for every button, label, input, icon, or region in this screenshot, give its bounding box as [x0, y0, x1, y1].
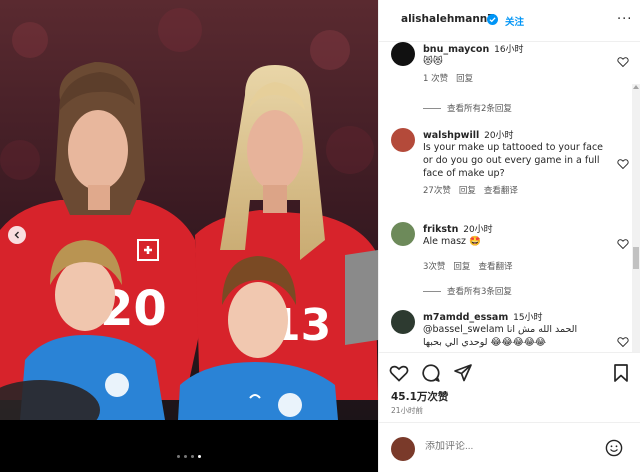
translate-button[interactable]: 查看翻译 — [484, 184, 518, 196]
comment-username[interactable]: bnu_maycon — [423, 44, 489, 55]
follow-button[interactable]: 关注 — [505, 14, 524, 28]
chevron-left-icon — [14, 231, 19, 239]
more-options-icon[interactable]: ··· — [617, 12, 632, 27]
comment-time: 20小时 — [463, 225, 493, 235]
carousel-dot — [191, 455, 194, 458]
comment-body: bnu_maycon 16小时 😻😻 1 次赞 回复 — [423, 42, 609, 84]
comment-username[interactable]: frikstn — [423, 224, 458, 235]
view-replies-label: 查看所有2条回复 — [447, 104, 512, 114]
comment-meta: 1 次赞 回复 — [423, 72, 609, 84]
comment-text: 😻😻 — [423, 56, 443, 67]
post-photo[interactable]: 20 13 — [0, 0, 378, 472]
comment-likes[interactable]: 3次赞 — [423, 260, 445, 272]
post-actions: 45.1万次赞 21小时前 — [379, 352, 640, 422]
divider — [423, 290, 441, 292]
like-heart-icon[interactable] — [389, 363, 409, 383]
comment-likes[interactable]: 1 次赞 — [423, 72, 448, 84]
post-header: alishalehmann7 关注 ··· — [379, 0, 640, 42]
comment-time: 20小时 — [484, 131, 514, 141]
translate-button[interactable]: 查看翻译 — [478, 260, 512, 272]
comment-username[interactable]: m7amdd_essam — [423, 312, 508, 323]
view-replies-button[interactable]: 查看所有2条回复 — [423, 102, 512, 114]
save-bookmark-icon[interactable] — [611, 363, 631, 383]
scroll-up-arrow-icon[interactable] — [633, 85, 639, 89]
like-comment-heart-icon[interactable] — [617, 238, 629, 250]
like-comment-heart-icon[interactable] — [617, 158, 629, 170]
comments-list[interactable]: bnu_maycon 16小时 😻😻 1 次赞 回复 查看所有2条回复 wals… — [379, 42, 640, 352]
post-image: 20 13 — [0, 0, 378, 420]
verified-badge-icon — [487, 14, 498, 25]
comment-time: 16小时 — [494, 45, 524, 55]
comment-body: walshpwill 20小时 Is your make up tattooed… — [423, 128, 609, 196]
comment-text-line1: @bassel_swelam الحمد الله مش انا — [423, 324, 578, 335]
reply-button[interactable]: 回复 — [453, 260, 470, 272]
comment-username[interactable]: walshpwill — [423, 130, 479, 141]
post-side-panel: alishalehmann7 关注 ··· bnu_maycon 16小时 😻😻… — [378, 0, 640, 472]
comment-text: Ale masz 🤩 — [423, 236, 481, 247]
comment-likes[interactable]: 27次赞 — [423, 184, 451, 196]
share-paper-plane-icon[interactable] — [453, 363, 473, 383]
comment-time: 15小时 — [513, 313, 543, 323]
previous-image-button[interactable] — [8, 226, 26, 244]
comment-text: Is your make up tattooed to your face or… — [423, 142, 604, 179]
add-comment-bar — [379, 422, 640, 472]
comment-text-line2: لوحدي الي بحبها 😂😂😂😂😂 — [423, 337, 547, 348]
current-user-avatar — [391, 437, 415, 461]
carousel-dot-active — [198, 455, 201, 458]
avatar[interactable] — [391, 222, 415, 246]
comment-input[interactable] — [425, 441, 605, 452]
reply-button[interactable]: 回复 — [459, 184, 476, 196]
comment-meta: 27次赞 回复 查看翻译 — [423, 184, 609, 196]
view-replies-button[interactable]: 查看所有3条回复 — [423, 285, 512, 297]
carousel-dots — [0, 455, 378, 458]
comments-scrollbar[interactable] — [632, 84, 640, 352]
comment-body: frikstn 20小时 Ale masz 🤩 3次赞 回复 查看翻译 — [423, 222, 609, 272]
comment-meta: 3次赞 回复 查看翻译 — [423, 260, 609, 272]
comment-body: m7amdd_essam 15小时 @bassel_swelam الحمد ا… — [423, 310, 609, 349]
carousel-dot — [184, 455, 187, 458]
avatar[interactable] — [391, 310, 415, 334]
carousel-dot — [177, 455, 180, 458]
scroll-thumb[interactable] — [633, 247, 639, 269]
comment-bubble-icon[interactable] — [421, 363, 441, 383]
like-comment-heart-icon[interactable] — [617, 336, 629, 348]
divider — [423, 107, 441, 109]
emoji-icon[interactable] — [605, 439, 623, 457]
like-comment-heart-icon[interactable] — [617, 56, 629, 68]
like-count[interactable]: 45.1万次赞 — [391, 389, 448, 404]
avatar[interactable] — [391, 128, 415, 152]
view-replies-label: 查看所有3条回复 — [447, 287, 512, 297]
author-username[interactable]: alishalehmann7 — [401, 13, 495, 25]
post-timestamp: 21小时前 — [391, 406, 424, 415]
reply-button[interactable]: 回复 — [456, 72, 473, 84]
avatar[interactable] — [391, 42, 415, 66]
